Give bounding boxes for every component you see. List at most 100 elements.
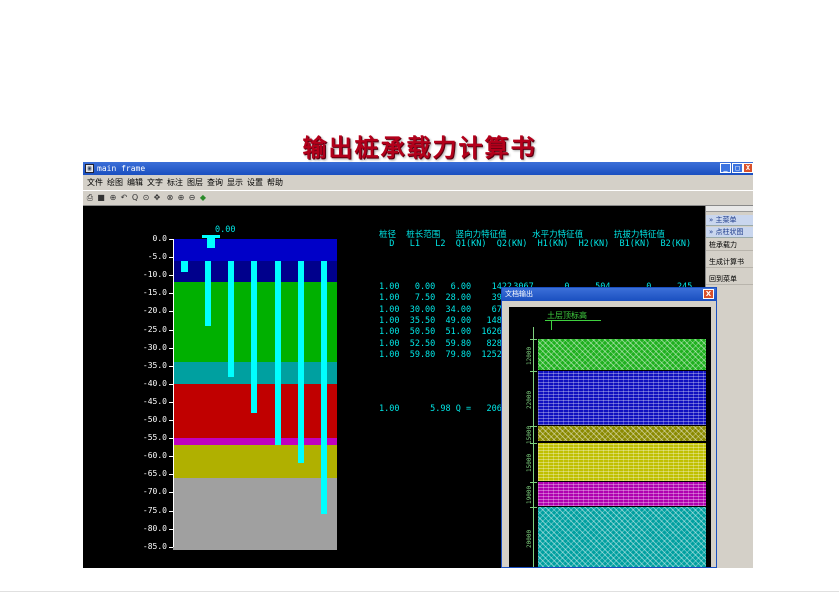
depth-axis-label: -5.0 xyxy=(147,252,167,262)
menu-draw[interactable]: 绘图 xyxy=(107,176,123,189)
zoom-realtime-icon[interactable]: Q xyxy=(130,193,140,202)
depth-axis-label: -80.0 xyxy=(142,523,167,533)
depth-axis-tick xyxy=(169,546,173,548)
zoom-in-icon[interactable]: ⊕ xyxy=(176,193,186,202)
results-header-2: D L1 L2 Q1(KN) Q2(KN) H1(KN) H2(KN) B1(K… xyxy=(379,239,692,249)
dialog-soil-layer xyxy=(538,442,706,481)
results-row: 1.00 0.00 6.00 1422. xyxy=(379,282,518,292)
menu-dimension[interactable]: 标注 xyxy=(167,176,183,189)
depth-axis-label: -50.0 xyxy=(142,415,167,424)
menu-query[interactable]: 查询 xyxy=(207,176,223,189)
soil-layer xyxy=(173,239,337,261)
maximize-button[interactable]: □ xyxy=(732,163,743,173)
soil-layer xyxy=(173,477,337,551)
layer-icon[interactable]: ◆ xyxy=(198,193,208,202)
slide-title: 输出桩承载力计算书 xyxy=(302,133,537,162)
menu-bar: 文件 绘图 编辑 文字 标注 图层 查询 显示 设置 帮助 xyxy=(83,176,753,189)
dimension-label: 12000 xyxy=(526,347,533,366)
depth-axis-label: -40.0 xyxy=(142,378,167,388)
dimension-tick xyxy=(530,339,537,340)
close-button[interactable]: X xyxy=(743,163,753,173)
dialog-soil-layer xyxy=(538,426,706,442)
dialog-soil-layer xyxy=(538,339,706,371)
label-leader xyxy=(551,320,552,330)
pile-shaft xyxy=(205,260,211,326)
pile-shaft xyxy=(321,260,327,515)
results-row: 1.00 50.50 51.00 162675. xyxy=(379,327,518,338)
footer-line xyxy=(0,591,839,592)
dimension-label: 22000 xyxy=(526,390,533,409)
toolbar: ⎙ ■ ⊕ ↶ Q ⊙ ✥ ⊗ ⊕ ⊖ ◆ xyxy=(83,190,753,206)
dimension-tick xyxy=(530,442,537,444)
pile-shaft xyxy=(181,260,188,272)
dialog-soil-layer xyxy=(538,481,706,506)
results-row: 1.00 52.50 59.80 82879. xyxy=(379,338,518,349)
depth-axis xyxy=(173,239,174,547)
dialog-soil-layer xyxy=(538,506,706,567)
zoom-out-icon[interactable]: ⊖ xyxy=(187,193,197,202)
print-icon[interactable]: ⎙ xyxy=(85,193,95,202)
save-icon[interactable]: ■ xyxy=(96,193,106,202)
dimension-label: 19000 xyxy=(526,486,533,505)
zoom-all-icon[interactable]: ⊙ xyxy=(141,193,151,202)
app-icon: ▣ xyxy=(85,164,94,173)
pan-icon[interactable]: ✥ xyxy=(152,193,162,202)
dialog-drawing: 土层顶标高 12000 22000 15000 15000 19000 20000 xyxy=(509,307,711,567)
zoom-window-icon[interactable]: ⊕ xyxy=(108,193,118,202)
dimension-tick xyxy=(530,506,537,508)
pile-diagram-header[interactable]: » 点柱状图 xyxy=(706,227,753,238)
dimension-tick xyxy=(530,426,537,428)
back-to-menu-button[interactable]: 回到菜单 xyxy=(706,274,753,285)
window-title: main frame xyxy=(97,164,146,173)
depth-axis-label: -30.0 xyxy=(142,342,167,352)
main-menu-header[interactable]: » 主菜单 xyxy=(706,215,753,226)
depth-axis-label: -85.0 xyxy=(142,541,167,551)
results-row: 1.00 59.80 79.80 125212. xyxy=(379,349,518,360)
pile-shaft xyxy=(298,260,304,464)
label-underline xyxy=(545,320,601,321)
dimension-line xyxy=(533,327,534,567)
pile-shaft xyxy=(275,260,281,446)
dimension-tick xyxy=(530,371,537,373)
depth-axis-label: -65.0 xyxy=(142,469,167,479)
depth-axis-label: -15.0 xyxy=(142,288,167,298)
minimize-button[interactable]: _ xyxy=(720,163,731,173)
title-bar: ▣ main frame _ □ X xyxy=(83,162,753,175)
dialog-close-button[interactable]: X xyxy=(703,289,714,299)
menu-edit[interactable]: 编辑 xyxy=(127,176,143,189)
dimension-tick xyxy=(530,481,537,483)
depth-axis-label: -60.0 xyxy=(142,451,167,461)
results-summary: 1.00 5.98 Q = 2065. xyxy=(379,404,513,414)
menu-file[interactable]: 文件 xyxy=(87,176,103,189)
depth-axis-label: 0.0 xyxy=(152,234,167,243)
depth-axis-label: -35.0 xyxy=(142,360,167,370)
zoom-extents-icon[interactable]: ⊗ xyxy=(165,193,175,202)
zoom-previous-icon[interactable]: ↶ xyxy=(119,193,129,202)
depth-axis-label: -70.0 xyxy=(142,487,167,497)
results-row: 1.00 30.00 34.00 6780. xyxy=(379,304,518,315)
depth-axis-label: -10.0 xyxy=(142,270,167,280)
pile-capacity-button[interactable]: 桩承载力 xyxy=(706,240,753,251)
menu-text[interactable]: 文字 xyxy=(147,176,163,189)
top-elevation-label: 0.00 xyxy=(215,225,236,235)
depth-axis-label: -55.0 xyxy=(142,433,167,443)
menu-display[interactable]: 显示 xyxy=(227,176,243,189)
dimension-label: 20000 xyxy=(526,529,533,548)
menu-layer[interactable]: 图层 xyxy=(187,176,203,189)
depth-axis-label: -45.0 xyxy=(142,396,167,406)
soil-layer xyxy=(173,445,337,478)
document-output-dialog: 文档输出 X 土层顶标高 12000 22000 15000 15000 19000 20… xyxy=(501,287,717,568)
pile-cap-stem xyxy=(207,238,215,248)
dialog-soil-layer xyxy=(538,371,706,426)
results-row: 1.00 7.50 28.00 3916. xyxy=(379,293,518,304)
menu-settings[interactable]: 设置 xyxy=(247,176,263,189)
pile-shaft xyxy=(228,260,234,377)
depth-axis-label: -20.0 xyxy=(142,306,167,316)
depth-axis-label: -75.0 xyxy=(142,505,167,515)
soil-layer xyxy=(173,438,337,446)
panel-scrollbar[interactable] xyxy=(706,206,753,212)
menu-help[interactable]: 帮助 xyxy=(267,176,283,189)
generate-report-button[interactable]: 生成计算书 xyxy=(706,257,753,268)
results-row: 1.00 35.50 49.00 14841. xyxy=(379,315,518,326)
dimension-label: 15000 xyxy=(526,453,533,473)
